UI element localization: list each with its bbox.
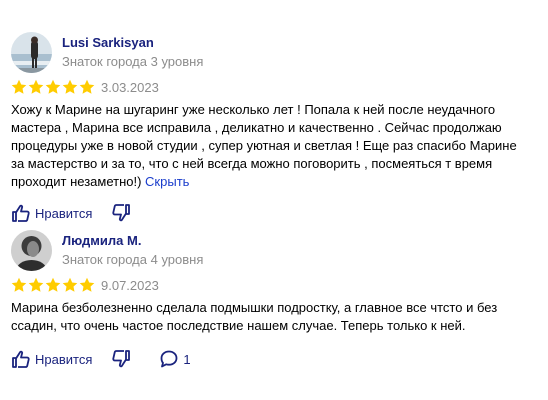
comment-count: 1 [183,351,191,367]
dislike-button[interactable] [111,349,131,369]
like-label: Нравится [35,205,93,221]
star-icon [62,277,78,292]
review-date: 3.03.2023 [101,79,159,95]
dislike-button[interactable] [111,203,131,223]
review-actions: Нравится [11,202,541,224]
like-label: Нравится [35,351,93,367]
avatar[interactable] [11,229,52,271]
review-body: Хожу к Марине на шугаринг уже несколько … [11,102,517,189]
hide-link[interactable]: Скрыть [145,174,189,189]
like-button[interactable]: Нравится [11,349,92,369]
star-icon [28,277,44,292]
thumbs-up-icon [12,350,30,368]
review-card: Людмила М. Знаток города 4 уровня 9.07.2… [11,229,541,370]
star-icon [11,79,27,94]
star-icon [28,79,44,94]
comment-icon [160,350,178,368]
author-level: Знаток города 4 уровня [62,251,204,267]
review-card: Lusi Sarkisyan Знаток города 3 уровня 3.… [11,31,541,224]
author-level: Знаток города 3 уровня [62,53,204,69]
thumbs-up-icon [12,204,30,222]
rating-row: 3.03.2023 [11,78,541,96]
review-text: Марина безболезненно сделала подмышки по… [11,299,531,335]
like-button[interactable]: Нравится [11,203,92,223]
review-actions: Нравится 1 [11,348,541,370]
review-author-row: Lusi Sarkisyan Знаток города 3 уровня [11,31,541,73]
star-icon [11,277,27,292]
star-icon [45,277,61,292]
comments-button[interactable]: 1 [159,349,191,369]
thumbs-down-icon [112,204,131,222]
review-body: Марина безболезненно сделала подмышки по… [11,300,498,333]
review-author-row: Людмила М. Знаток города 4 уровня [11,229,541,271]
thumbs-down-icon [112,350,131,368]
author-name[interactable]: Lusi Sarkisyan [62,35,203,51]
rating-row: 9.07.2023 [11,276,541,294]
star-icon [62,79,78,94]
star-rating [11,79,95,95]
star-rating [11,277,95,293]
star-icon [45,79,61,94]
review-text: Хожу к Марине на шугаринг уже несколько … [11,101,531,191]
author-name[interactable]: Людмила М. [62,233,203,249]
avatar[interactable] [11,31,52,73]
star-icon [79,277,95,292]
review-date: 9.07.2023 [101,277,159,293]
star-icon [79,79,95,94]
